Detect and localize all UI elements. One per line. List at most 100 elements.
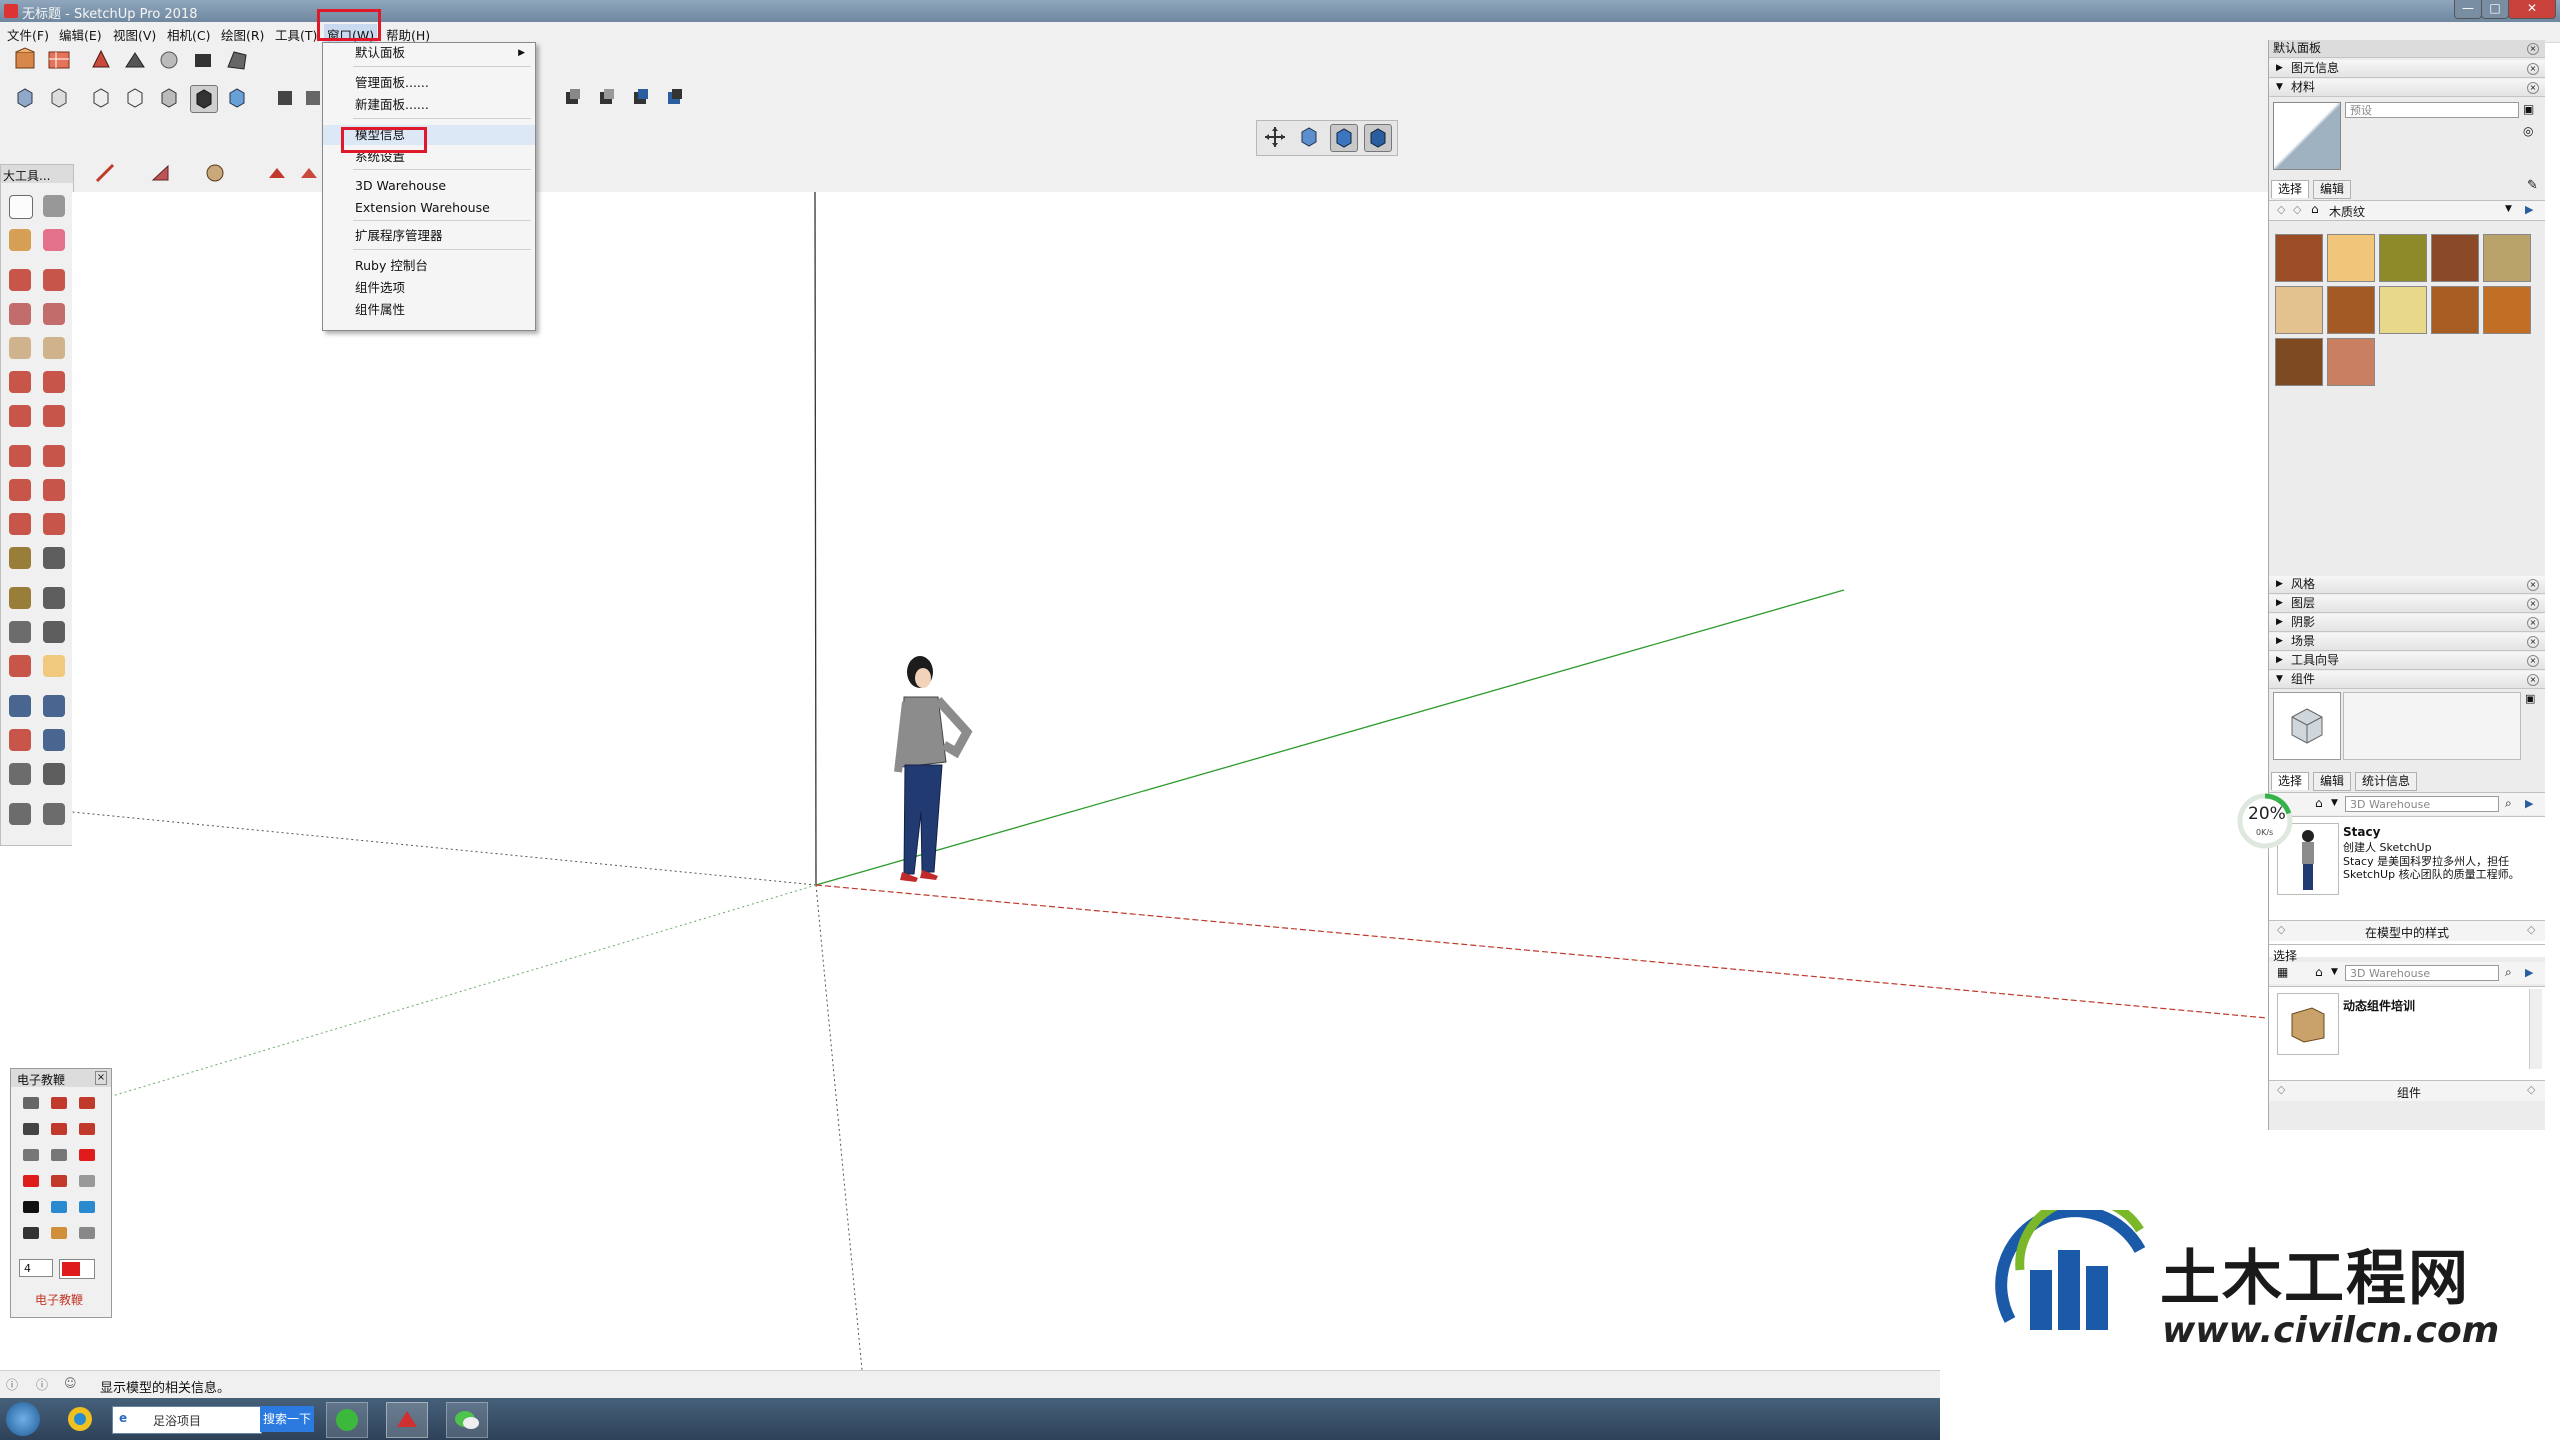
style-textured-icon[interactable] xyxy=(224,85,250,111)
edu-rect-outline-icon[interactable] xyxy=(23,1149,39,1161)
rectangle-tool-icon[interactable] xyxy=(148,160,174,186)
search-icon[interactable]: ⌕ xyxy=(2505,796,2512,811)
polygon-tool-icon[interactable] xyxy=(43,337,65,359)
edu-line-icon[interactable] xyxy=(23,1123,39,1135)
tool-box-icon[interactable] xyxy=(190,47,216,73)
details-arrow-icon[interactable]: ▶ xyxy=(2525,797,2533,810)
secondary-search-input[interactable]: 3D Warehouse xyxy=(2345,965,2499,981)
edu-rect-fill-icon[interactable] xyxy=(79,1149,95,1161)
view-left-icon[interactable] xyxy=(594,85,620,111)
tool-component-icon[interactable] xyxy=(156,47,182,73)
dropdown-arrow-icon[interactable]: ▼ xyxy=(2505,204,2512,214)
line-tool-icon[interactable] xyxy=(92,160,118,186)
orbit-tool-icon[interactable] xyxy=(9,655,31,677)
scale-tool-icon[interactable] xyxy=(9,513,31,535)
material-swatch[interactable] xyxy=(2431,234,2479,282)
component-create-icon[interactable]: ▣ xyxy=(2525,692,2535,705)
material-swatch[interactable] xyxy=(2379,234,2427,282)
edu-color-select[interactable] xyxy=(59,1259,95,1279)
panel-close-icon[interactable]: × xyxy=(2527,63,2539,75)
pan-tool-icon[interactable] xyxy=(43,655,65,677)
move-tool-icon[interactable] xyxy=(9,445,31,467)
eyedropper-icon[interactable]: ✎ xyxy=(2527,178,2538,193)
forward-arrow-icon[interactable]: ◇ xyxy=(2527,923,2535,936)
tool-paint-icon[interactable] xyxy=(88,47,114,73)
minimize-button[interactable]: — xyxy=(2454,0,2482,19)
status-info-icon[interactable]: ⓘ xyxy=(6,1376,18,1393)
material-swatch[interactable] xyxy=(2483,234,2531,282)
panel-components[interactable]: ▼ 组件 × xyxy=(2269,671,2545,689)
panel-shadows[interactable]: ▶ 阴影 × xyxy=(2269,614,2545,632)
edu-image-icon[interactable] xyxy=(51,1201,67,1213)
pie-tool-icon[interactable] xyxy=(43,371,65,393)
tool-shape-icon[interactable] xyxy=(122,47,148,73)
components-tab-stats[interactable]: 统计信息 xyxy=(2355,772,2418,791)
menu-3d-warehouse[interactable]: 3D Warehouse xyxy=(323,176,535,196)
material-swatch[interactable] xyxy=(2431,286,2479,334)
material-sample-icon[interactable]: ◎ xyxy=(2523,124,2533,138)
material-name-input[interactable]: 预设 xyxy=(2345,102,2519,118)
panel-layers[interactable]: ▶ 图层 × xyxy=(2269,595,2545,613)
panel-instructor[interactable]: ▶ 工具向导 × xyxy=(2269,652,2545,670)
dimension-tool-icon[interactable] xyxy=(43,547,65,569)
edu-eraser-icon[interactable] xyxy=(79,1097,95,1109)
start-button[interactable] xyxy=(6,1402,40,1436)
erase-tool-icon[interactable] xyxy=(43,229,65,251)
view-front-icon[interactable] xyxy=(272,85,298,111)
menu-component-options[interactable]: 组件选项 xyxy=(323,278,535,298)
previous-view-tool-icon[interactable] xyxy=(43,729,65,751)
section-plane-icon[interactable] xyxy=(1296,124,1322,150)
panel-materials[interactable]: ▼ 材料 × xyxy=(2269,79,2545,97)
zoom-extents-tool-icon[interactable] xyxy=(9,729,31,751)
style-shaded-icon[interactable] xyxy=(190,85,218,113)
section-display-icon[interactable] xyxy=(1330,124,1358,152)
panel-scenes[interactable]: ▶ 场景 × xyxy=(2269,633,2545,651)
dropdown-arrow-icon[interactable]: ▼ xyxy=(2331,798,2338,808)
edu-ellipse-outline-icon[interactable] xyxy=(51,1149,67,1161)
zoom-window-tool-icon[interactable] xyxy=(43,695,65,717)
material-swatch[interactable] xyxy=(2327,338,2375,386)
home-icon[interactable]: ⌂ xyxy=(2315,965,2323,979)
style-hidden-icon[interactable] xyxy=(156,85,182,111)
offset-tool-icon[interactable] xyxy=(296,160,322,186)
edu-marker-icon[interactable] xyxy=(51,1097,67,1109)
push-pull-tool-icon[interactable] xyxy=(43,445,65,467)
list-view-icon[interactable]: ▦ xyxy=(2277,965,2288,979)
material-swatch[interactable] xyxy=(2275,234,2323,282)
search-icon[interactable]: ⌕ xyxy=(2505,965,2512,980)
edu-open-icon[interactable] xyxy=(51,1227,67,1239)
view-top-icon[interactable] xyxy=(46,85,72,111)
material-swatch[interactable] xyxy=(2327,234,2375,282)
forward-arrow-icon[interactable]: ◇ xyxy=(2293,203,2301,216)
dropdown-arrow-icon[interactable]: ▼ xyxy=(2331,967,2338,977)
circle-tool-icon[interactable] xyxy=(9,337,31,359)
edu-close-icon[interactable]: × xyxy=(95,1071,107,1085)
drawing-canvas[interactable] xyxy=(71,191,2268,1371)
maximize-button[interactable]: □ xyxy=(2481,0,2509,19)
forward-arrow-icon[interactable]: ◇ xyxy=(2527,1083,2535,1096)
materials-tab-edit[interactable]: 编辑 xyxy=(2313,180,2352,199)
rectangle-tool-icon[interactable] xyxy=(9,303,31,325)
edu-arrow-icon[interactable] xyxy=(79,1123,95,1135)
3d-text-tool-icon[interactable] xyxy=(43,621,65,643)
taskbar-search-button[interactable]: 搜索一下 xyxy=(260,1406,314,1432)
menu-default-tray[interactable]: 默认面板 ▶ xyxy=(323,43,535,63)
move-axes-icon[interactable] xyxy=(1262,124,1288,150)
paint-bucket-tool-icon[interactable] xyxy=(9,229,31,251)
material-swatch[interactable] xyxy=(2379,286,2427,334)
section-plane-tool-icon[interactable] xyxy=(43,803,65,825)
section-cut-icon[interactable] xyxy=(1364,124,1392,152)
in-model-label[interactable]: 在模型中的样式 xyxy=(2365,924,2449,941)
folder-thumbnail[interactable] xyxy=(2277,993,2339,1055)
offset-tool-icon[interactable] xyxy=(43,513,65,535)
edu-text-icon[interactable] xyxy=(51,1175,67,1187)
back-arrow-icon[interactable]: ◇ xyxy=(2277,203,2285,216)
material-swatch[interactable] xyxy=(2327,286,2375,334)
protractor-tool-icon[interactable] xyxy=(9,587,31,609)
components-tab-select[interactable]: 选择 xyxy=(2271,772,2310,790)
menu-extension-warehouse[interactable]: Extension Warehouse xyxy=(323,198,535,218)
two-point-arc-tool-icon[interactable] xyxy=(9,405,31,427)
zoom-tool-icon[interactable] xyxy=(9,695,31,717)
position-camera-tool-icon[interactable] xyxy=(9,763,31,785)
secondary-nav-label[interactable]: 组件 xyxy=(2397,1084,2421,1101)
